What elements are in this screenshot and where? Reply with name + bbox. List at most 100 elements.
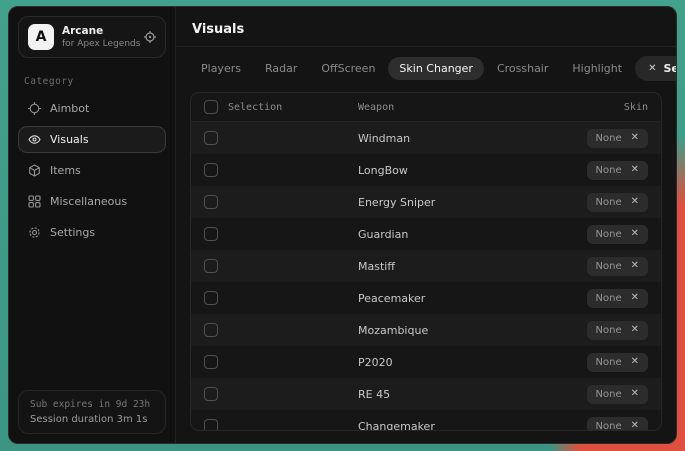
sub-expires-text: Sub expires in 9d 23h xyxy=(30,399,154,410)
row-checkbox[interactable] xyxy=(204,259,218,273)
weapon-name: P2020 xyxy=(358,356,587,369)
app-window: A Arcane for Apex Legends Category Aimbo… xyxy=(8,6,677,444)
weapon-name: RE 45 xyxy=(358,388,587,401)
clear-skin-icon[interactable]: ✕ xyxy=(631,389,639,399)
gear-icon xyxy=(28,226,41,239)
sidebar-item-label: Settings xyxy=(50,226,95,239)
row-checkbox[interactable] xyxy=(204,131,218,145)
skin-value: None xyxy=(596,325,622,336)
skin-select[interactable]: None ✕ xyxy=(587,353,648,372)
table-row: LongBow None ✕ xyxy=(191,154,661,186)
skin-value: None xyxy=(596,197,622,208)
skin-value: None xyxy=(596,261,622,272)
sidebar-item-visuals[interactable]: Visuals xyxy=(18,126,166,153)
weapon-name: Energy Sniper xyxy=(358,196,587,209)
app-subtitle: for Apex Legends xyxy=(62,39,136,49)
table-row: Energy Sniper None ✕ xyxy=(191,186,661,218)
row-checkbox[interactable] xyxy=(204,419,218,431)
sidebar-item-items[interactable]: Items xyxy=(18,157,166,184)
sidebar-item-miscellaneous[interactable]: Miscellaneous xyxy=(18,188,166,215)
skin-value: None xyxy=(596,357,622,368)
skin-value: None xyxy=(596,133,622,144)
skin-value: None xyxy=(596,421,622,432)
x-icon: ✕ xyxy=(648,64,656,74)
clear-skin-icon[interactable]: ✕ xyxy=(631,421,639,431)
skin-select[interactable]: None ✕ xyxy=(587,385,648,404)
table-row: RE 45 None ✕ xyxy=(191,378,661,410)
crosshair-icon xyxy=(28,102,41,115)
tab-highlight[interactable]: Highlight xyxy=(561,57,633,80)
sidebar-item-settings[interactable]: Settings xyxy=(18,219,166,246)
app-header-card: A Arcane for Apex Legends xyxy=(18,16,166,58)
skin-select[interactable]: None ✕ xyxy=(587,161,648,180)
skin-select[interactable]: None ✕ xyxy=(587,257,648,276)
session-duration-text: Session duration 3m 1s xyxy=(30,414,154,425)
search-button-label: Search xyxy=(663,62,677,75)
tab-players[interactable]: Players xyxy=(190,57,252,80)
eye-icon xyxy=(28,133,41,146)
clear-skin-icon[interactable]: ✕ xyxy=(631,357,639,367)
weapon-name: Changemaker xyxy=(358,420,587,432)
tab-offscreen[interactable]: OffScreen xyxy=(310,57,386,80)
table-row: Guardian None ✕ xyxy=(191,218,661,250)
table-row: Mastiff None ✕ xyxy=(191,250,661,282)
main-header: Visuals xyxy=(176,7,676,47)
skin-select[interactable]: None ✕ xyxy=(587,417,648,432)
skin-select[interactable]: None ✕ xyxy=(587,289,648,308)
clear-skin-icon[interactable]: ✕ xyxy=(631,229,639,239)
sidebar-item-label: Miscellaneous xyxy=(50,195,127,208)
clear-skin-icon[interactable]: ✕ xyxy=(631,197,639,207)
table-row: Peacemaker None ✕ xyxy=(191,282,661,314)
target-icon[interactable] xyxy=(144,31,156,43)
sidebar-item-label: Items xyxy=(50,164,81,177)
skin-value: None xyxy=(596,389,622,400)
skin-value: None xyxy=(596,293,622,304)
tab-crosshair[interactable]: Crosshair xyxy=(486,57,559,80)
row-checkbox[interactable] xyxy=(204,227,218,241)
row-checkbox[interactable] xyxy=(204,195,218,209)
clear-skin-icon[interactable]: ✕ xyxy=(631,165,639,175)
table-row: Mozambique None ✕ xyxy=(191,314,661,346)
tab-bar: Players Radar OffScreen Skin Changer Cro… xyxy=(176,47,676,83)
weapon-name: Peacemaker xyxy=(358,292,587,305)
table-row: P2020 None ✕ xyxy=(191,346,661,378)
row-checkbox[interactable] xyxy=(204,387,218,401)
weapon-name: LongBow xyxy=(358,164,587,177)
subscription-info-card: Sub expires in 9d 23h Session duration 3… xyxy=(18,390,166,434)
main-panel: Visuals Players Radar OffScreen Skin Cha… xyxy=(176,7,676,443)
table-row: Windman None ✕ xyxy=(191,122,661,154)
table-row: Changemaker None ✕ xyxy=(191,410,661,431)
app-name: Arcane xyxy=(62,25,136,37)
select-all-checkbox[interactable] xyxy=(204,100,218,114)
column-header-selection: Selection xyxy=(228,102,358,113)
clear-skin-icon[interactable]: ✕ xyxy=(631,261,639,271)
weapon-name: Mozambique xyxy=(358,324,587,337)
skin-select[interactable]: None ✕ xyxy=(587,129,648,148)
search-button[interactable]: ✕ Search xyxy=(635,56,677,81)
clear-skin-icon[interactable]: ✕ xyxy=(631,133,639,143)
table-header-row: Selection Weapon Skin xyxy=(191,93,661,122)
skin-value: None xyxy=(596,229,622,240)
sidebar-item-aimbot[interactable]: Aimbot xyxy=(18,95,166,122)
clear-skin-icon[interactable]: ✕ xyxy=(631,325,639,335)
tab-skin-changer[interactable]: Skin Changer xyxy=(388,57,484,80)
skin-table: Selection Weapon Skin Windman None ✕ Long… xyxy=(190,92,662,431)
skin-select[interactable]: None ✕ xyxy=(587,321,648,340)
skin-select[interactable]: None ✕ xyxy=(587,225,648,244)
tab-radar[interactable]: Radar xyxy=(254,57,308,80)
weapon-name: Mastiff xyxy=(358,260,587,273)
cube-icon xyxy=(28,164,41,177)
sidebar-item-label: Visuals xyxy=(50,133,89,146)
row-checkbox[interactable] xyxy=(204,355,218,369)
row-checkbox[interactable] xyxy=(204,163,218,177)
weapon-name: Guardian xyxy=(358,228,587,241)
skin-value: None xyxy=(596,165,622,176)
column-header-skin: Skin xyxy=(624,102,648,113)
row-checkbox[interactable] xyxy=(204,291,218,305)
skin-select[interactable]: None ✕ xyxy=(587,193,648,212)
page-title: Visuals xyxy=(192,22,244,37)
clear-skin-icon[interactable]: ✕ xyxy=(631,293,639,303)
weapon-name: Windman xyxy=(358,132,587,145)
row-checkbox[interactable] xyxy=(204,323,218,337)
sidebar: A Arcane for Apex Legends Category Aimbo… xyxy=(9,7,176,443)
